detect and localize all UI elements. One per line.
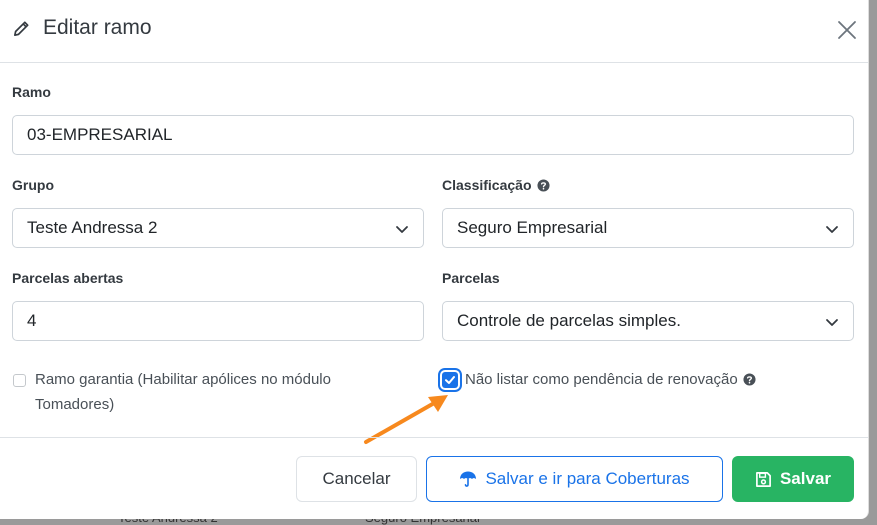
grupo-select[interactable]: Teste Andressa 2 <box>12 208 424 248</box>
ramo-garantia-label-line1: Ramo garantia (Habilitar apólices no mód… <box>35 371 331 388</box>
ramo-garantia-label-line2: Tomadores) <box>35 396 115 413</box>
save-button-label: Salvar <box>779 469 832 488</box>
edit-ramo-modal: Editar ramo Ramo 03-EMPRESARIAL Grupo Te… <box>0 0 869 519</box>
chevron-down-icon <box>826 226 838 233</box>
nao-listar-label[interactable]: Não listar como pendência de renovação <box>465 367 756 392</box>
close-icon <box>838 21 856 39</box>
classificacao-label-text: Classificação <box>442 177 532 193</box>
pencil-icon <box>13 20 29 36</box>
ramo-input-value: 03-EMPRESARIAL <box>27 125 173 144</box>
nao-listar-label-text: Não listar como pendência de renovação <box>465 371 738 388</box>
modal-title: Editar ramo <box>12 16 152 40</box>
ramo-input[interactable]: 03-EMPRESARIAL <box>12 115 854 155</box>
modal-footer-divider <box>0 437 868 438</box>
parcelas-label: Parcelas <box>442 270 500 286</box>
parcelas-abertas-value: 4 <box>27 311 37 330</box>
modal-header: Editar ramo <box>0 0 868 63</box>
nao-listar-checkbox[interactable] <box>442 372 458 388</box>
classificacao-select[interactable]: Seguro Empresarial <box>442 208 854 248</box>
parcelas-select[interactable]: Controle de parcelas simples. <box>442 301 854 341</box>
grupo-label: Grupo <box>12 177 54 193</box>
classificacao-label: Classificação <box>442 177 550 193</box>
chevron-down-icon <box>396 226 408 233</box>
ramo-garantia-label[interactable]: Ramo garantia (Habilitar apólices no mód… <box>35 367 331 417</box>
parcelas-abertas-label: Parcelas abertas <box>12 270 124 286</box>
parcelas-abertas-input[interactable]: 4 <box>12 301 424 341</box>
save-and-go-to-coverages-label: Salvar e ir para Coberturas <box>485 469 690 488</box>
check-icon <box>445 376 455 384</box>
cancel-button[interactable]: Cancelar <box>296 456 417 502</box>
classificacao-select-value: Seguro Empresarial <box>457 218 608 237</box>
help-icon[interactable] <box>743 373 756 386</box>
help-icon[interactable] <box>536 178 550 192</box>
annotation-arrow-icon <box>364 395 448 444</box>
chevron-down-icon <box>826 319 838 326</box>
save-button[interactable]: Salvar <box>732 456 854 502</box>
ramo-garantia-checkbox[interactable] <box>13 374 26 387</box>
save-and-go-to-coverages-button[interactable]: Salvar e ir para Coberturas <box>426 456 723 502</box>
floppy-disk-icon <box>756 471 771 487</box>
umbrella-icon <box>460 471 477 487</box>
modal-title-text: Editar ramo <box>43 16 152 39</box>
ramo-label: Ramo <box>12 84 51 100</box>
parcelas-select-value: Controle de parcelas simples. <box>457 311 681 330</box>
grupo-select-value: Teste Andressa 2 <box>27 218 158 237</box>
close-button[interactable] <box>834 17 860 43</box>
